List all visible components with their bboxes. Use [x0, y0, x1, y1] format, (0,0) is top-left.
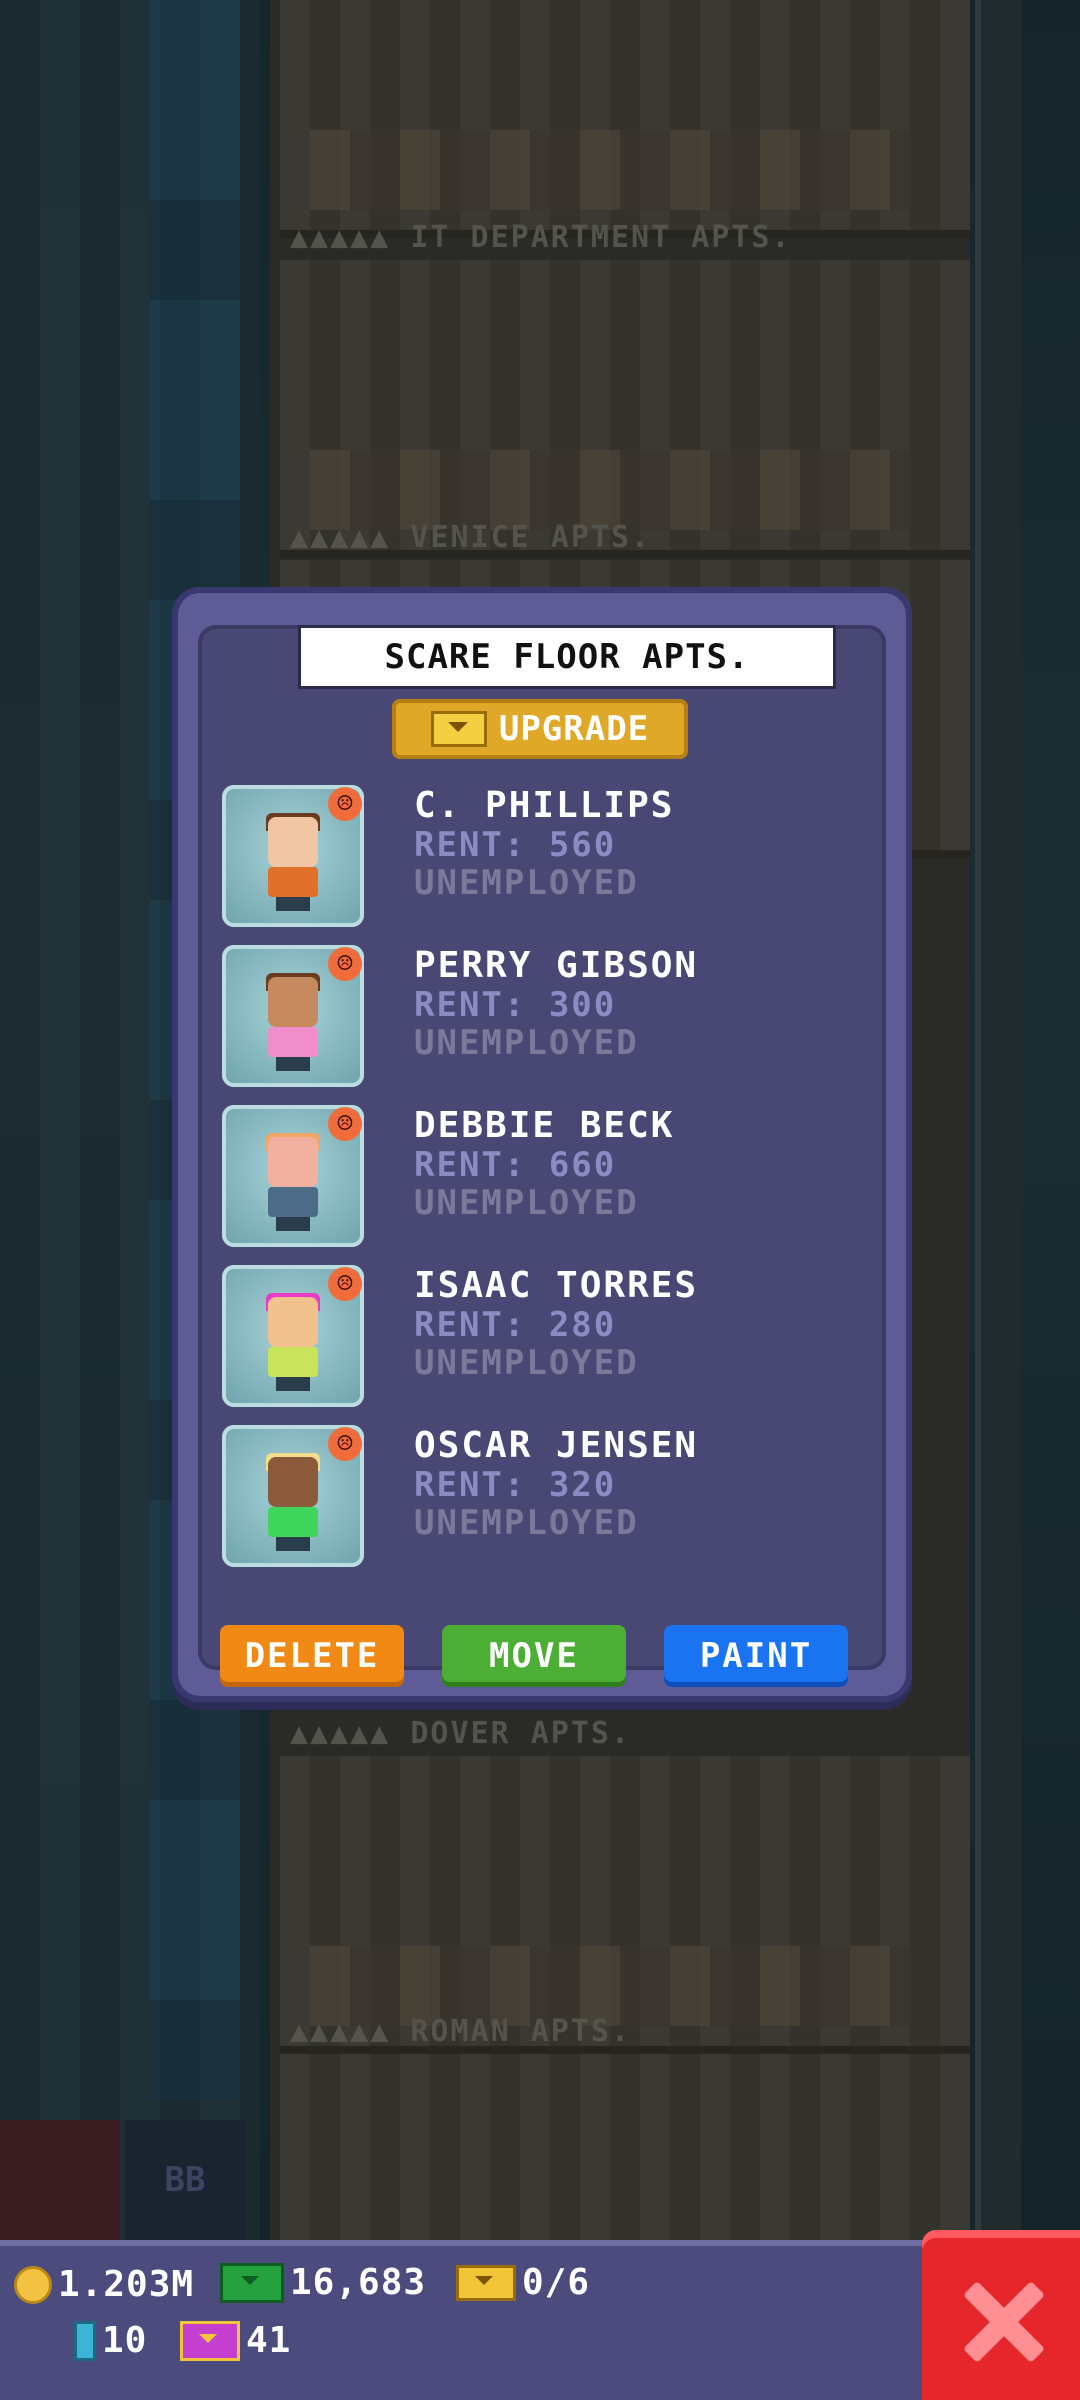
coin-icon — [14, 2265, 52, 2304]
close-button[interactable] — [922, 2230, 1080, 2400]
resident-row[interactable]: ☹ DEBBIE BECK RENT: 660 UNEMPLOYED — [222, 1105, 862, 1253]
coins-stat: 1.203M — [14, 2264, 194, 2305]
resident-rent: RENT: 300 — [414, 985, 617, 1025]
vip-icon — [180, 2320, 240, 2361]
shirt — [268, 867, 318, 897]
sad-face-icon: ☹ — [328, 1267, 362, 1301]
face — [268, 1297, 318, 1347]
face — [268, 817, 318, 867]
resident-job: UNEMPLOYED — [414, 1023, 639, 1063]
legs — [276, 1377, 310, 1391]
floor-number-button[interactable]: BB — [125, 2120, 245, 2240]
paint-button[interactable]: PAINT — [664, 1625, 848, 1687]
face — [268, 977, 318, 1027]
resident-row[interactable]: ☹ OSCAR JENSEN RENT: 320 UNEMPLOYED — [222, 1425, 862, 1573]
tickets-stat: 10 — [74, 2320, 147, 2361]
close-icon — [960, 2280, 1044, 2364]
resident-job: UNEMPLOYED — [414, 1503, 639, 1543]
resident-avatar[interactable]: ☹ — [222, 1105, 364, 1247]
floor-residents — [310, 130, 910, 210]
ticket-icon — [74, 2320, 96, 2361]
tickets-value: 10 — [102, 2320, 148, 2361]
elevator-arrows-button[interactable] — [0, 2120, 120, 2240]
golden-bux-icon — [456, 2264, 516, 2301]
bux-icon — [430, 711, 487, 747]
resident-rent: RENT: 660 — [414, 1145, 617, 1185]
resident-name: ISAAC TORRES — [414, 1265, 699, 1306]
resident-name: DEBBIE BECK — [414, 1105, 675, 1146]
floor-label: ▲▲▲▲▲ IT DEPARTMENT APTS. — [290, 220, 792, 255]
resident-job: UNEMPLOYED — [414, 1183, 639, 1223]
floor — [280, 0, 970, 238]
resident-job: UNEMPLOYED — [414, 863, 639, 903]
sad-face-icon: ☹ — [328, 1427, 362, 1461]
resident-avatar[interactable]: ☹ — [222, 1265, 364, 1407]
floor: ▲▲▲▲▲ ROMAN APTS. — [280, 2014, 970, 2248]
floor-dialog: SCARE FLOOR APTS. UPGRADE ☹ C. PHILLIPS … — [172, 587, 912, 1702]
sad-face-icon: ☹ — [328, 1107, 362, 1141]
upgrade-button[interactable]: UPGRADE — [392, 699, 688, 759]
cash-icon — [220, 2262, 284, 2303]
resident-job: UNEMPLOYED — [414, 1343, 639, 1383]
legs — [276, 897, 310, 911]
vip-value: 41 — [246, 2320, 292, 2361]
sad-face-icon: ☹ — [328, 947, 362, 981]
shirt — [268, 1027, 318, 1057]
sad-face-icon: ☹ — [328, 787, 362, 821]
cash-value: 16,683 — [290, 2262, 427, 2303]
cash-stat: 16,683 — [220, 2262, 426, 2303]
resident-name: OSCAR JENSEN — [414, 1425, 699, 1466]
face — [268, 1457, 318, 1507]
floor-label: ▲▲▲▲▲ ROMAN APTS. — [290, 2014, 632, 2049]
coins-value: 1.203M — [58, 2264, 195, 2305]
floor-label: ▲▲▲▲▲ DOVER APTS. — [290, 1716, 632, 1751]
legs — [276, 1537, 310, 1551]
tower-right-column — [975, 0, 1021, 2240]
resident-info: PERRY GIBSON RENT: 300 UNEMPLOYED — [414, 945, 699, 1063]
shirt — [268, 1347, 318, 1377]
dialog-panel: SCARE FLOOR APTS. UPGRADE ☹ C. PHILLIPS … — [198, 625, 886, 1687]
golden-bux-stat: 0/6 — [456, 2262, 590, 2303]
face — [268, 1137, 318, 1187]
move-button[interactable]: MOVE — [442, 1625, 626, 1687]
vip-stat: 41 — [180, 2320, 291, 2361]
resident-info: ISAAC TORRES RENT: 280 UNEMPLOYED — [414, 1265, 699, 1383]
delete-button[interactable]: DELETE — [220, 1625, 404, 1687]
resident-rent: RENT: 280 — [414, 1305, 617, 1345]
shirt — [268, 1187, 318, 1217]
resident-row[interactable]: ☹ PERRY GIBSON RENT: 300 UNEMPLOYED — [222, 945, 862, 1093]
resident-rent: RENT: 320 — [414, 1465, 617, 1505]
status-bar: 1.203M 16,683 0/6 10 41 — [0, 2240, 930, 2400]
floor-residents — [310, 450, 910, 530]
resident-avatar[interactable]: ☹ — [222, 785, 364, 927]
resident-row[interactable]: ☹ C. PHILLIPS RENT: 560 UNEMPLOYED — [222, 785, 862, 933]
resident-avatar[interactable]: ☹ — [222, 945, 364, 1087]
resident-info: DEBBIE BECK RENT: 660 UNEMPLOYED — [414, 1105, 675, 1223]
legs — [276, 1217, 310, 1231]
dialog-title: SCARE FLOOR APTS. — [298, 625, 836, 689]
upgrade-label: UPGRADE — [498, 709, 650, 749]
resident-name: C. PHILLIPS — [414, 785, 675, 826]
legs — [276, 1057, 310, 1071]
resident-row[interactable]: ☹ ISAAC TORRES RENT: 280 UNEMPLOYED — [222, 1265, 862, 1413]
resident-info: C. PHILLIPS RENT: 560 UNEMPLOYED — [414, 785, 675, 903]
resident-name: PERRY GIBSON — [414, 945, 699, 986]
floor: ▲▲▲▲▲ DOVER APTS. — [280, 1716, 970, 2054]
shirt — [268, 1507, 318, 1537]
resident-avatar[interactable]: ☹ — [222, 1425, 364, 1567]
floor: ▲▲▲▲▲ IT DEPARTMENT APTS. — [280, 220, 970, 558]
resident-rent: RENT: 560 — [414, 825, 617, 865]
golden-bux-value: 0/6 — [522, 2262, 591, 2303]
floor-label: ▲▲▲▲▲ VENICE APTS. — [290, 520, 652, 555]
resident-info: OSCAR JENSEN RENT: 320 UNEMPLOYED — [414, 1425, 699, 1543]
